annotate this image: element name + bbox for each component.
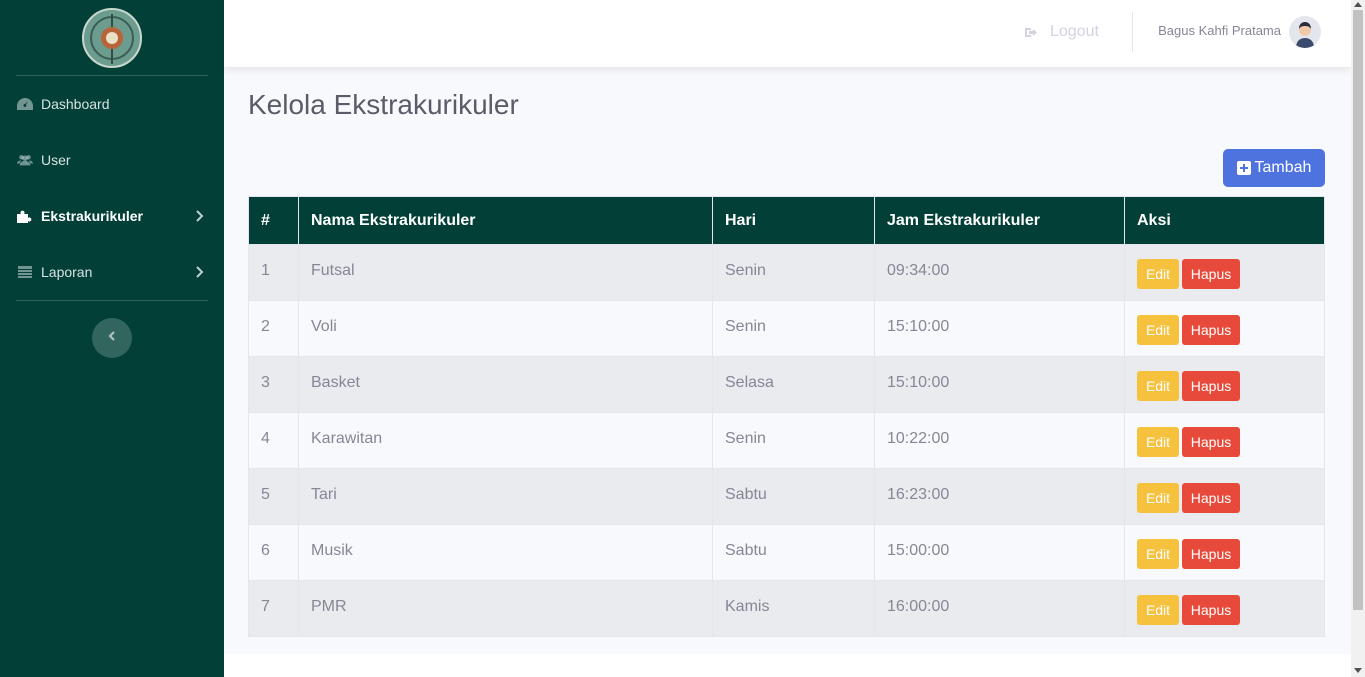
cell-number: 7 [248,580,299,637]
sidebar: Dashboard User Ekstrakurikuler Laporan [0,0,224,677]
cell-jam: 16:23:00 [874,468,1125,525]
edit-button[interactable]: Edit [1137,483,1179,513]
footer [224,654,1351,677]
table-row: 7 PMR Kamis 16:00:00 Edit Hapus [248,580,1325,637]
cell-number: 5 [248,468,299,525]
sidebar-item-label: Ekstrakurikuler [41,208,143,224]
column-header-number: # [248,196,299,245]
table-row: 5 Tari Sabtu 16:23:00 Edit Hapus [248,468,1325,525]
sidebar-item-ekstrakurikuler[interactable]: Ekstrakurikuler [0,188,224,244]
table-row: 2 Voli Senin 15:10:00 Edit Hapus [248,300,1325,357]
column-header-nama: Nama Ekstrakurikuler [298,196,713,245]
edit-button[interactable]: Edit [1137,315,1179,345]
edit-button[interactable]: Edit [1137,371,1179,401]
cell-number: 1 [248,244,299,301]
school-logo[interactable] [82,7,142,68]
cell-nama: Karawitan [298,412,713,469]
page-title: Kelola Ekstrakurikuler [248,89,519,120]
delete-button[interactable]: Hapus [1182,483,1240,513]
cell-aksi: Edit Hapus [1124,468,1325,525]
table-row: 3 Basket Selasa 15:10:00 Edit Hapus [248,356,1325,413]
cell-aksi: Edit Hapus [1124,356,1325,413]
edit-button[interactable]: Edit [1137,427,1179,457]
cell-hari: Selasa [712,356,875,413]
cell-hari: Senin [712,300,875,357]
cell-number: 4 [248,412,299,469]
table-row: 6 Musik Sabtu 15:00:00 Edit Hapus [248,524,1325,581]
delete-button[interactable]: Hapus [1182,371,1240,401]
sidebar-item-user[interactable]: User [0,132,224,188]
plus-square-icon [1236,161,1251,175]
delete-button[interactable]: Hapus [1182,595,1240,625]
add-button[interactable]: Tambah [1223,149,1325,187]
scroll-down-icon[interactable] [1354,668,1362,673]
add-button-label: Tambah [1254,159,1312,176]
avatar[interactable] [1289,16,1321,48]
cell-hari: Senin [712,412,875,469]
user-name[interactable]: Bagus Kahfi Pratama [1158,23,1281,38]
sidebar-item-laporan[interactable]: Laporan [0,244,224,300]
chevron-right-icon [196,209,204,223]
page-scrollbar[interactable] [1351,0,1365,677]
cell-hari: Kamis [712,580,875,637]
cell-jam: 15:00:00 [874,524,1125,581]
cell-aksi: Edit Hapus [1124,412,1325,469]
table-row: 4 Karawitan Senin 10:22:00 Edit Hapus [248,412,1325,469]
table-header-row: # Nama Ekstrakurikuler Hari Jam Ekstraku… [248,196,1325,245]
cell-number: 6 [248,524,299,581]
delete-button[interactable]: Hapus [1182,315,1240,345]
chevron-right-icon [196,265,204,279]
column-header-jam: Jam Ekstrakurikuler [874,196,1125,245]
sidebar-item-label: Laporan [41,264,93,280]
cell-jam: 15:10:00 [874,300,1125,357]
chevron-left-icon [108,329,116,347]
sidebar-item-dashboard[interactable]: Dashboard [0,76,224,132]
main-content: Kelola Ekstrakurikuler Tambah # Nama Eks… [224,67,1351,654]
logout-label: Logout [1050,23,1099,40]
cell-number: 3 [248,356,299,413]
topbar: Logout Bagus Kahfi Pratama [224,0,1351,67]
puzzle-icon [17,209,33,223]
delete-button[interactable]: Hapus [1182,539,1240,569]
ekstrakurikuler-table: # Nama Ekstrakurikuler Hari Jam Ekstraku… [248,196,1325,637]
edit-button[interactable]: Edit [1137,259,1179,289]
edit-button[interactable]: Edit [1137,595,1179,625]
cell-aksi: Edit Hapus [1124,580,1325,637]
cell-aksi: Edit Hapus [1124,244,1325,301]
cell-jam: 15:10:00 [874,356,1125,413]
table-row: 1 Futsal Senin 09:34:00 Edit Hapus [248,244,1325,301]
cell-nama: Basket [298,356,713,413]
brand[interactable] [0,0,224,75]
cell-aksi: Edit Hapus [1124,300,1325,357]
scrollbar-thumb[interactable] [1353,10,1363,610]
delete-button[interactable]: Hapus [1182,427,1240,457]
sidebar-item-label: Dashboard [41,96,110,112]
cell-nama: Futsal [298,244,713,301]
column-header-hari: Hari [712,196,875,245]
cell-nama: PMR [298,580,713,637]
cell-jam: 16:00:00 [874,580,1125,637]
topbar-divider [1132,12,1133,52]
cell-hari: Senin [712,244,875,301]
delete-button[interactable]: Hapus [1182,259,1240,289]
sign-out-icon [1025,26,1040,39]
sidebar-item-label: User [41,152,71,168]
edit-button[interactable]: Edit [1137,539,1179,569]
users-icon [17,153,33,167]
logout-link[interactable]: Logout [1025,20,1099,44]
sidebar-toggle-button[interactable] [92,318,132,358]
cell-jam: 10:22:00 [874,412,1125,469]
dashboard-icon [17,97,33,111]
scroll-up-icon[interactable] [1354,2,1362,7]
cell-nama: Voli [298,300,713,357]
table-icon [17,265,33,279]
cell-jam: 09:34:00 [874,244,1125,301]
cell-hari: Sabtu [712,468,875,525]
cell-hari: Sabtu [712,524,875,581]
cell-number: 2 [248,300,299,357]
cell-nama: Tari [298,468,713,525]
cell-aksi: Edit Hapus [1124,524,1325,581]
column-header-aksi: Aksi [1124,196,1325,245]
cell-nama: Musik [298,524,713,581]
